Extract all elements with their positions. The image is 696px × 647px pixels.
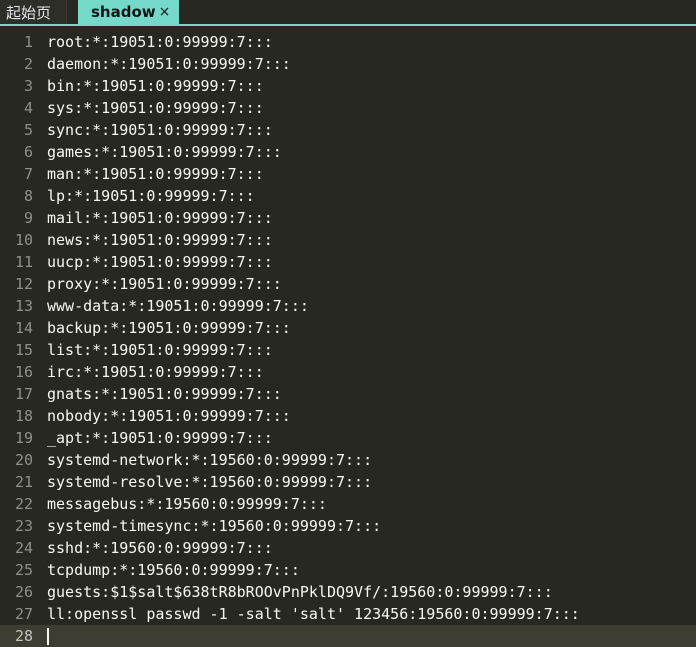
- editor-line[interactable]: 26 guests:$1$salt$638tR8bROOvPnPklDQ9Vf/:…: [0, 581, 696, 603]
- line-number: 13: [14, 297, 33, 315]
- line-text: gnats:*:19051:0:99999:7:::: [47, 385, 282, 403]
- line-number: 3: [23, 77, 33, 95]
- tab-start-page[interactable]: 起始页: [0, 0, 67, 24]
- line-number: 28: [14, 627, 33, 645]
- line-number: 11: [14, 253, 33, 271]
- line-text: messagebus:*:19560:0:99999:7:::: [47, 495, 327, 513]
- line-text: news:*:19051:0:99999:7:::: [47, 231, 273, 249]
- close-icon[interactable]: ×: [159, 4, 171, 20]
- editor-line[interactable]: 24 sshd:*:19560:0:99999:7:::: [0, 537, 696, 559]
- editor-line[interactable]: 23 systemd-timesync:*:19560:0:99999:7:::: [0, 515, 696, 537]
- tab-bar: 起始页 shadow ×: [0, 0, 696, 24]
- line-number: 10: [14, 231, 33, 249]
- tab-label: shadow: [91, 3, 156, 21]
- line-text: systemd-resolve:*:19560:0:99999:7:::: [47, 473, 373, 491]
- line-text: root:*:19051:0:99999:7:::: [47, 33, 273, 51]
- line-text: _apt:*:19051:0:99999:7:::: [47, 429, 273, 447]
- line-number: 23: [14, 517, 33, 535]
- editor-line[interactable]: 4 sys:*:19051:0:99999:7:::: [0, 97, 696, 119]
- editor-line[interactable]: 22 messagebus:*:19560:0:99999:7:::: [0, 493, 696, 515]
- line-text: nobody:*:19051:0:99999:7:::: [47, 407, 291, 425]
- line-number: 5: [23, 121, 33, 139]
- text-editor[interactable]: 1 root:*:19051:0:99999:7::: 2 daemon:*:1905…: [0, 26, 696, 647]
- editor-line[interactable]: 8 lp:*:19051:0:99999:7:::: [0, 185, 696, 207]
- line-text: list:*:19051:0:99999:7:::: [47, 341, 273, 359]
- line-number: 18: [14, 407, 33, 425]
- line-number: 20: [14, 451, 33, 469]
- line-number: 27: [14, 605, 33, 623]
- line-number: 19: [14, 429, 33, 447]
- line-number: 22: [14, 495, 33, 513]
- line-number: 2: [23, 55, 33, 73]
- line-number: 24: [14, 539, 33, 557]
- editor-line[interactable]: 14 backup:*:19051:0:99999:7:::: [0, 317, 696, 339]
- line-text: lp:*:19051:0:99999:7:::: [47, 187, 255, 205]
- editor-line[interactable]: 6 games:*:19051:0:99999:7:::: [0, 141, 696, 163]
- line-text: uucp:*:19051:0:99999:7:::: [47, 253, 273, 271]
- tab-label: 起始页: [6, 3, 52, 22]
- editor-line[interactable]: 25 tcpdump:*:19560:0:99999:7:::: [0, 559, 696, 581]
- line-text: games:*:19051:0:99999:7:::: [47, 143, 282, 161]
- tab-shadow[interactable]: shadow ×: [78, 0, 179, 24]
- editor-line[interactable]: 7 man:*:19051:0:99999:7:::: [0, 163, 696, 185]
- editor-line[interactable]: 15 list:*:19051:0:99999:7:::: [0, 339, 696, 361]
- editor-line[interactable]: 19 _apt:*:19051:0:99999:7:::: [0, 427, 696, 449]
- line-number: 1: [23, 33, 33, 51]
- line-text: tcpdump:*:19560:0:99999:7:::: [47, 561, 300, 579]
- editor-line[interactable]: 10 news:*:19051:0:99999:7:::: [0, 229, 696, 251]
- editor-line[interactable]: 13 www-data:*:19051:0:99999:7:::: [0, 295, 696, 317]
- line-number: 7: [23, 165, 33, 183]
- text-cursor: [47, 628, 49, 645]
- line-text: daemon:*:19051:0:99999:7:::: [47, 55, 291, 73]
- line-text: guests:$1$salt$638tR8bROOvPnPklDQ9Vf/:19…: [47, 583, 553, 601]
- line-number: 9: [23, 209, 33, 227]
- line-number: 16: [14, 363, 33, 381]
- line-text: irc:*:19051:0:99999:7:::: [47, 363, 264, 381]
- line-number: 21: [14, 473, 33, 491]
- line-number: 4: [23, 99, 33, 117]
- editor-line[interactable]: 16 irc:*:19051:0:99999:7:::: [0, 361, 696, 383]
- line-text: sshd:*:19560:0:99999:7:::: [47, 539, 273, 557]
- editor-line[interactable]: 20 systemd-network:*:19560:0:99999:7:::: [0, 449, 696, 471]
- line-text: proxy:*:19051:0:99999:7:::: [47, 275, 282, 293]
- line-number: 26: [14, 583, 33, 601]
- line-text: sync:*:19051:0:99999:7:::: [47, 121, 273, 139]
- editor-line[interactable]: 1 root:*:19051:0:99999:7:::: [0, 31, 696, 53]
- line-number: 25: [14, 561, 33, 579]
- line-text: www-data:*:19051:0:99999:7:::: [47, 297, 309, 315]
- editor-line[interactable]: 9 mail:*:19051:0:99999:7:::: [0, 207, 696, 229]
- editor-line[interactable]: 18 nobody:*:19051:0:99999:7:::: [0, 405, 696, 427]
- editor-line[interactable]: 12 proxy:*:19051:0:99999:7:::: [0, 273, 696, 295]
- editor-line[interactable]: 5 sync:*:19051:0:99999:7:::: [0, 119, 696, 141]
- editor-line[interactable]: 17 gnats:*:19051:0:99999:7:::: [0, 383, 696, 405]
- editor-line[interactable]: 3 bin:*:19051:0:99999:7:::: [0, 75, 696, 97]
- line-text: backup:*:19051:0:99999:7:::: [47, 319, 291, 337]
- line-number: 15: [14, 341, 33, 359]
- editor-lines: 1 root:*:19051:0:99999:7::: 2 daemon:*:1905…: [0, 31, 696, 647]
- line-text: mail:*:19051:0:99999:7:::: [47, 209, 273, 227]
- line-number: 6: [23, 143, 33, 161]
- line-text: systemd-network:*:19560:0:99999:7:::: [47, 451, 373, 469]
- editor-line[interactable]: 11 uucp:*:19051:0:99999:7:::: [0, 251, 696, 273]
- line-text: systemd-timesync:*:19560:0:99999:7:::: [47, 517, 382, 535]
- line-number: 8: [23, 187, 33, 205]
- editor-line[interactable]: 27 ll:openssl passwd -1 -salt 'salt' 1234…: [0, 603, 696, 625]
- line-number: 12: [14, 275, 33, 293]
- line-number: 14: [14, 319, 33, 337]
- editor-line[interactable]: 21 systemd-resolve:*:19560:0:99999:7:::: [0, 471, 696, 493]
- line-text: ll:openssl passwd -1 -salt 'salt' 123456…: [47, 605, 580, 623]
- line-text: bin:*:19051:0:99999:7:::: [47, 77, 264, 95]
- line-text: man:*:19051:0:99999:7:::: [47, 165, 264, 183]
- editor-line[interactable]: 2 daemon:*:19051:0:99999:7:::: [0, 53, 696, 75]
- line-number: 17: [14, 385, 33, 403]
- line-text: sys:*:19051:0:99999:7:::: [47, 99, 264, 117]
